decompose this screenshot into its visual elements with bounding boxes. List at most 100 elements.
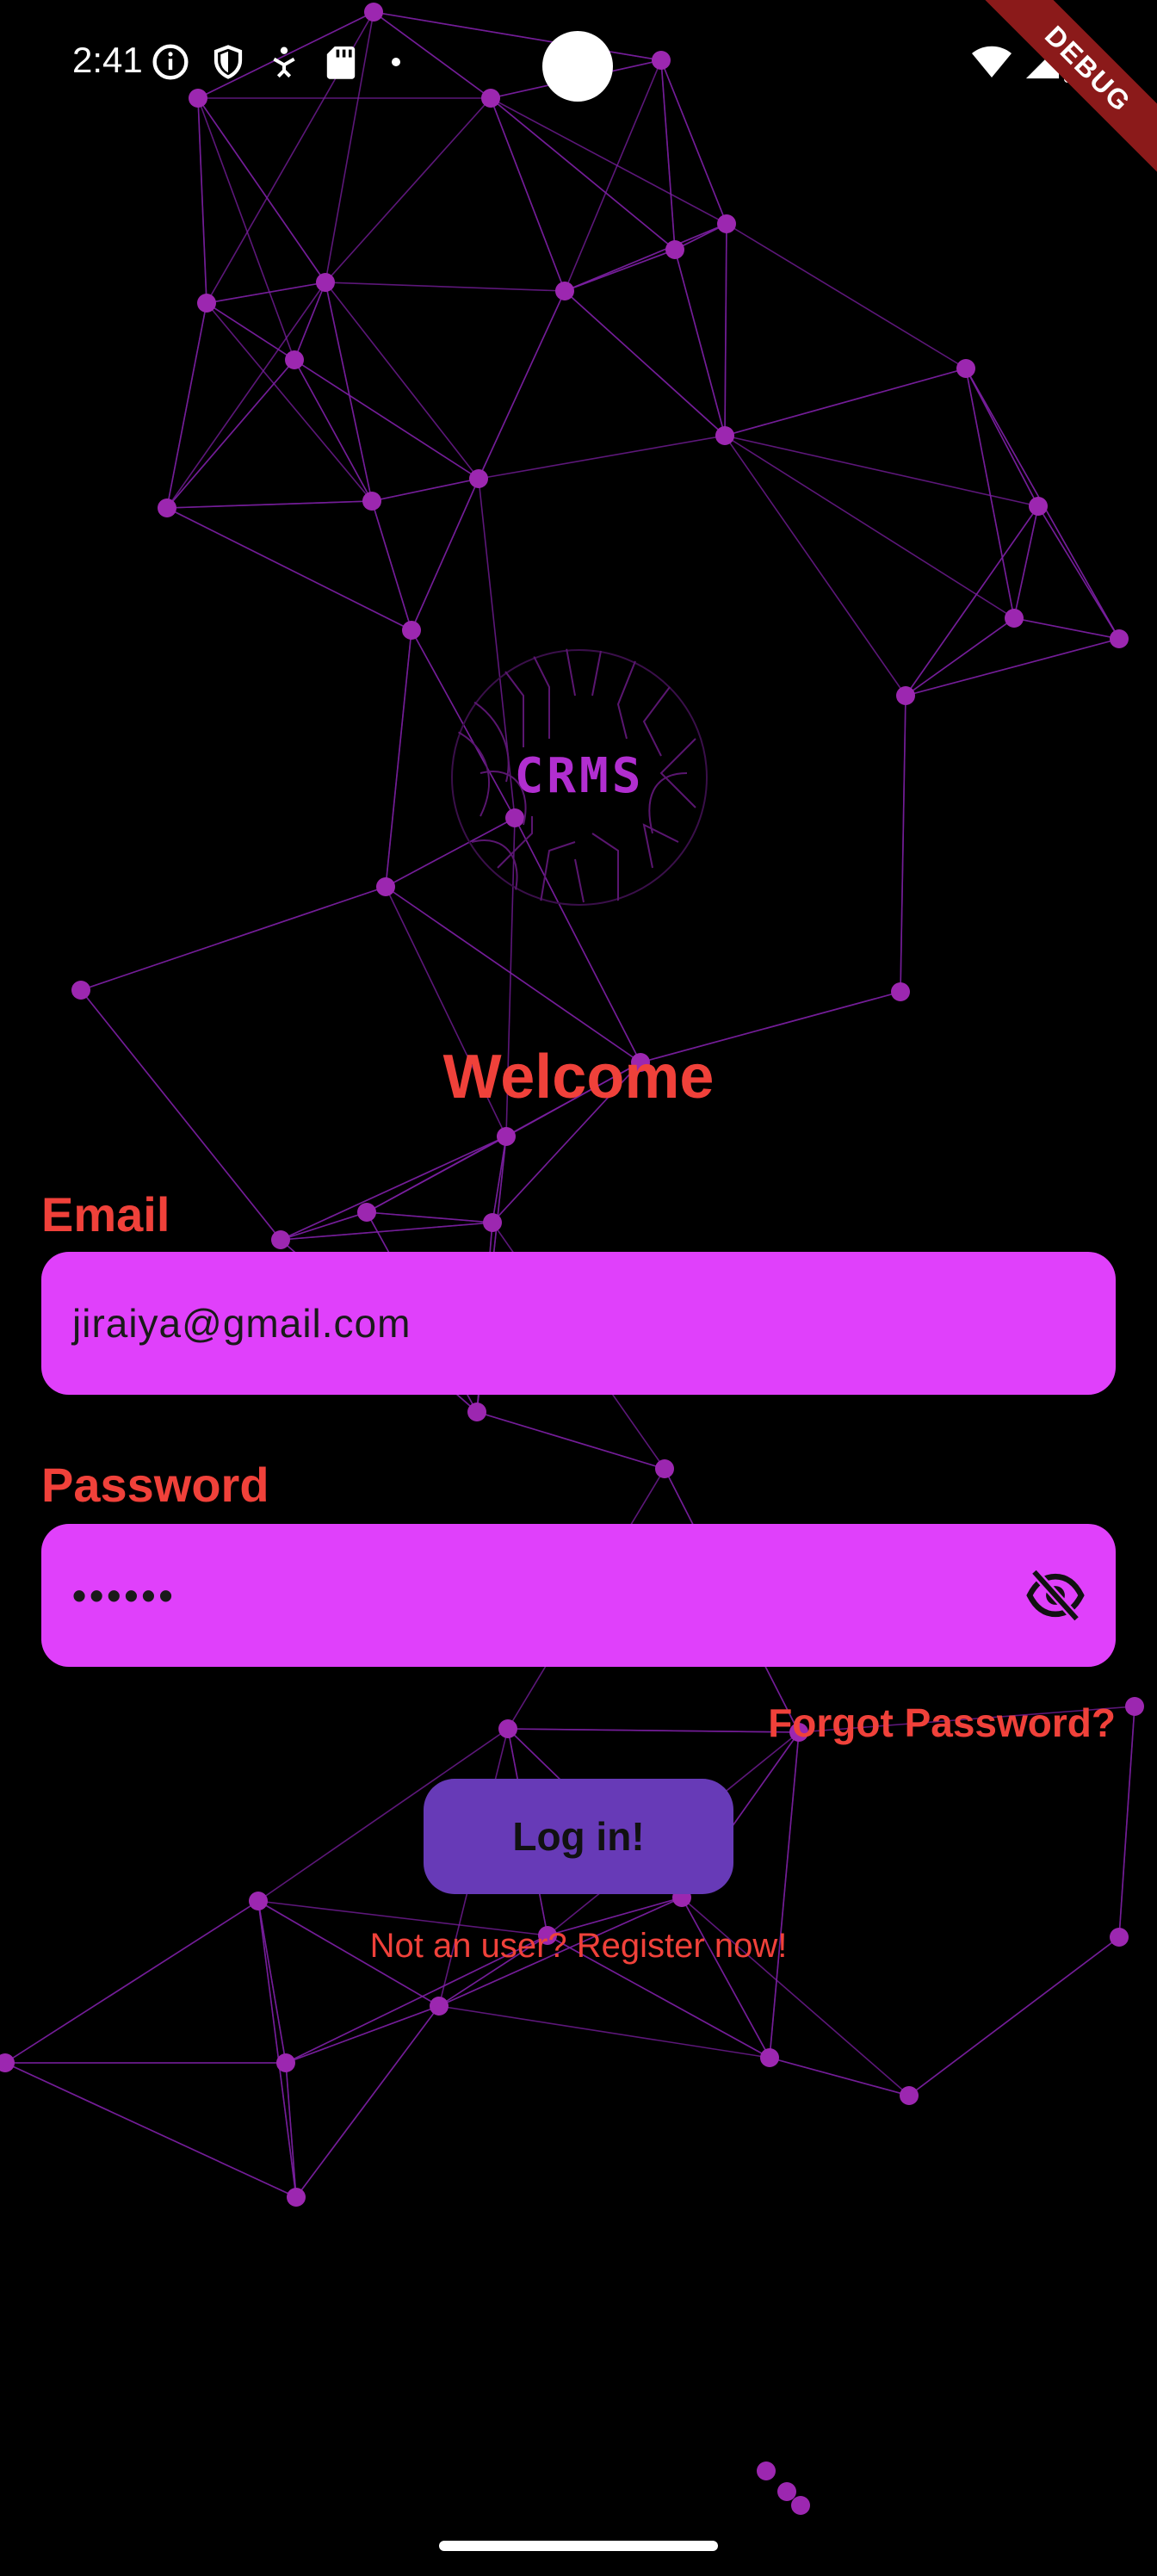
network-link — [965, 368, 1039, 507]
network-link — [478, 290, 566, 480]
network-link — [900, 695, 906, 993]
network-link — [4, 2062, 297, 2198]
network-node — [655, 1459, 674, 1478]
network-node — [896, 686, 915, 705]
status-time: 2:41 — [72, 40, 143, 80]
network-node — [376, 877, 395, 896]
network-node — [900, 2086, 919, 2105]
network-link — [197, 97, 295, 361]
network-link — [325, 282, 566, 292]
network-node — [757, 2461, 776, 2480]
network-node — [402, 621, 421, 640]
network-node — [717, 214, 736, 233]
wifi-icon — [972, 46, 1012, 77]
network-node — [555, 282, 574, 300]
home-indicator[interactable] — [439, 2541, 718, 2551]
network-link — [166, 282, 326, 509]
shield-icon — [213, 45, 243, 79]
network-link — [905, 638, 1120, 697]
network-link — [674, 249, 726, 437]
network-link — [80, 886, 387, 991]
network-node — [891, 982, 910, 1001]
network-link — [366, 1211, 493, 1223]
register-link[interactable]: Not an user? Register now! — [0, 1927, 1157, 1966]
network-link — [371, 478, 480, 502]
accessibility-icon — [273, 46, 295, 78]
email-label: Email — [41, 1187, 170, 1242]
password-label: Password — [41, 1458, 269, 1512]
network-link — [206, 282, 326, 304]
network-node — [715, 426, 734, 445]
forgot-password-link[interactable]: Forgot Password? — [768, 1700, 1116, 1746]
network-node — [791, 2496, 810, 2515]
network-link — [411, 478, 480, 631]
network-link — [965, 368, 1015, 619]
network-node — [249, 1892, 268, 1910]
network-link — [294, 282, 326, 361]
network-link — [385, 629, 412, 888]
network-node — [497, 1127, 516, 1146]
network-node — [285, 350, 304, 369]
network-link — [166, 507, 412, 631]
network-link — [905, 617, 1015, 697]
network-link — [166, 302, 207, 509]
network-node — [362, 492, 381, 511]
status-bar: 2:41 — [0, 0, 1157, 129]
sd-card-icon — [326, 46, 356, 79]
network-link — [724, 368, 967, 437]
network-link — [166, 359, 295, 509]
network-link — [769, 1731, 800, 2059]
network-link — [478, 435, 726, 480]
network-node — [271, 1230, 290, 1249]
network-link — [1037, 505, 1120, 640]
network-link — [257, 1900, 287, 2064]
app-screen: 2:41 DEBUG CRMS Welcome Email jiraiya@gm… — [0, 0, 1157, 2576]
logo-text: CRMS — [515, 748, 645, 804]
network-link — [564, 290, 726, 437]
crms-logo: CRMS — [451, 648, 708, 906]
password-field[interactable]: •••••• — [41, 1524, 1116, 1667]
email-field[interactable]: jiraiya@gmail.com — [41, 1252, 1116, 1395]
password-value: •••••• — [72, 1573, 176, 1618]
network-link — [724, 223, 727, 437]
network-node — [467, 1403, 486, 1421]
network-node — [1005, 609, 1024, 628]
network-node — [0, 2053, 15, 2072]
network-link — [295, 2005, 440, 2198]
network-link — [294, 359, 373, 502]
network-link — [385, 886, 641, 1063]
network-node — [276, 2053, 295, 2072]
network-link — [166, 500, 373, 509]
dot-icon — [392, 58, 400, 66]
network-link — [206, 302, 295, 361]
network-node — [1110, 629, 1129, 648]
network-node — [430, 1997, 449, 2016]
network-node — [483, 1213, 502, 1232]
network-link — [285, 2005, 440, 2064]
network-link — [507, 1728, 800, 1733]
visibility-off-icon[interactable] — [1026, 1570, 1085, 1621]
login-button[interactable]: Log in! — [424, 1779, 733, 1894]
network-link — [371, 500, 412, 631]
network-link — [1013, 617, 1120, 640]
network-link — [438, 2005, 770, 2059]
welcome-heading: Welcome — [442, 1043, 715, 1112]
camera-cutout — [542, 31, 613, 102]
network-node — [665, 240, 684, 259]
network-link — [726, 223, 967, 369]
network-node — [1125, 1697, 1144, 1716]
network-node — [469, 469, 488, 488]
network-link — [476, 1411, 665, 1470]
network-link — [325, 282, 373, 502]
network-node — [760, 2048, 779, 2067]
network-link — [325, 282, 480, 480]
network-link — [294, 359, 480, 480]
network-node — [287, 2188, 306, 2207]
network-link — [724, 435, 1015, 619]
network-link — [724, 435, 906, 697]
network-node — [498, 1719, 517, 1738]
network-node — [1029, 497, 1048, 516]
email-value: jiraiya@gmail.com — [72, 1301, 411, 1346]
network-node — [158, 498, 176, 517]
network-node — [357, 1203, 376, 1222]
